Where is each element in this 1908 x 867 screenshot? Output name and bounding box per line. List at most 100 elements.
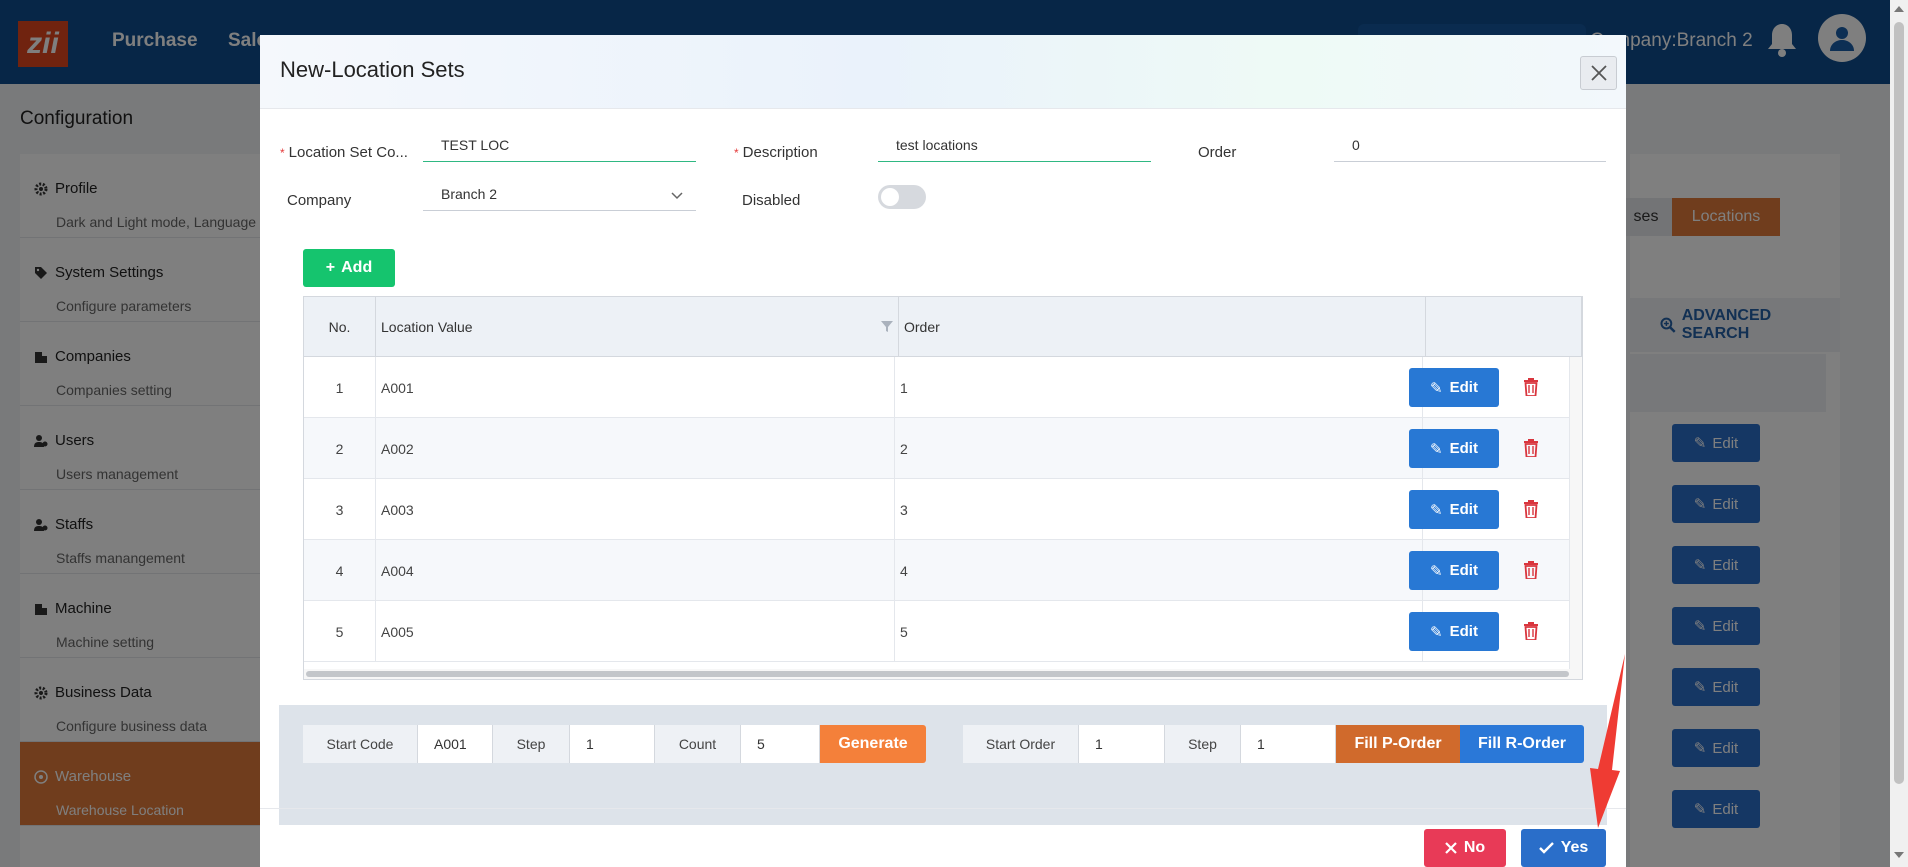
step2-input[interactable]: 1 [1241, 725, 1336, 763]
dialog-header: New-Location Sets [260, 35, 1626, 109]
edit-icon: ✎ [1430, 623, 1443, 641]
edit-label: Edit [1449, 623, 1478, 640]
edit-button[interactable]: ✎ Edit [1409, 551, 1499, 590]
table-row[interactable]: 5 A005 5 ✎ Edit [304, 601, 1569, 662]
edit-label: Edit [1449, 379, 1478, 396]
count-input[interactable]: 5 [741, 725, 820, 763]
footer-divider [260, 808, 1626, 809]
cell-no: 4 [304, 540, 376, 601]
disabled-toggle[interactable] [878, 185, 926, 209]
trash-icon[interactable] [1523, 439, 1539, 457]
scroll-up-arrow[interactable] [1894, 6, 1904, 12]
edit-label: Edit [1449, 440, 1478, 457]
check-icon [1538, 842, 1554, 854]
trash-icon[interactable] [1523, 622, 1539, 640]
no-button[interactable]: No [1424, 829, 1506, 867]
filter-icon [881, 321, 893, 332]
count-label: Count [655, 725, 741, 763]
no-label: No [1463, 839, 1486, 856]
start-order-label: Start Order [963, 725, 1079, 763]
required-mark: * [734, 146, 739, 160]
cell-location-value: A004 [376, 540, 895, 601]
label-text: Location Set Co... [288, 144, 408, 161]
cell-no: 3 [304, 479, 376, 540]
cell-no: 2 [304, 418, 376, 479]
scroll-thumb[interactable] [1894, 22, 1904, 784]
dialog-title: New-Location Sets [280, 57, 465, 82]
close-button[interactable] [1580, 56, 1617, 90]
scroll-down-arrow[interactable] [1894, 852, 1904, 858]
company-select-value: Branch 2 [441, 186, 498, 202]
generate-button[interactable]: Generate [820, 725, 926, 763]
location-set-code-label: * Location Set Co... [280, 144, 408, 161]
label-text: Description [742, 144, 818, 161]
table-row[interactable]: 2 A002 2 ✎ Edit [304, 418, 1569, 479]
edit-button[interactable]: ✎ Edit [1409, 368, 1499, 407]
table-row[interactable]: 3 A003 3 ✎ Edit [304, 479, 1569, 540]
trash-icon[interactable] [1523, 378, 1539, 396]
col-label: Location Value [381, 319, 473, 335]
step-label: Step [493, 725, 570, 763]
x-icon [1445, 842, 1457, 854]
edit-label: Edit [1449, 501, 1478, 518]
edit-icon: ✎ [1430, 501, 1443, 519]
cell-order: 1 [895, 357, 1423, 418]
new-location-sets-dialog: New-Location Sets * Location Set Co... TE… [260, 35, 1626, 867]
add-label: Add [341, 259, 373, 276]
col-order[interactable]: Order [899, 297, 1426, 357]
company-label: Company [287, 192, 352, 209]
table-row[interactable]: 1 A001 1 ✎ Edit [304, 357, 1569, 418]
fill-r-order-button[interactable]: Fill R-Order [1460, 725, 1584, 763]
description-input[interactable]: test locations [878, 132, 1151, 162]
location-set-code-input[interactable]: TEST LOC [423, 132, 696, 162]
yes-label: Yes [1560, 839, 1589, 856]
edit-icon: ✎ [1430, 379, 1443, 397]
col-actions [1426, 297, 1582, 357]
cell-no: 1 [304, 357, 376, 418]
cell-order: 4 [895, 540, 1423, 601]
add-button[interactable]: + Add [303, 249, 395, 287]
grid-horizontal-scrollbar[interactable] [304, 669, 1582, 679]
cell-location-value: A003 [376, 479, 895, 540]
edit-button[interactable]: ✎ Edit [1409, 612, 1499, 651]
cell-location-value: A002 [376, 418, 895, 479]
generator-panel: Start Code A001 Step 1 Count 5 Generate … [279, 705, 1607, 825]
description-label: * Description [734, 144, 818, 161]
table-row[interactable]: 4 A004 4 ✎ Edit [304, 540, 1569, 601]
cell-order: 5 [895, 601, 1423, 662]
start-code-input[interactable]: A001 [418, 725, 493, 763]
step2-label: Step [1165, 725, 1241, 763]
company-select[interactable]: Branch 2 [423, 181, 696, 211]
cell-no: 5 [304, 601, 376, 662]
start-order-input[interactable]: 1 [1079, 725, 1165, 763]
location-values-grid: No. Location Value Order 1 A001 1 ✎ Edit … [303, 296, 1583, 680]
grid-header: No. Location Value Order [304, 297, 1582, 357]
plus-icon: + [325, 259, 336, 276]
cell-order: 2 [895, 418, 1423, 479]
disabled-label: Disabled [742, 192, 801, 209]
edit-button[interactable]: ✎ Edit [1409, 490, 1499, 529]
start-code-label: Start Code [303, 725, 418, 763]
chevron-down-icon [671, 192, 683, 200]
edit-icon: ✎ [1430, 562, 1443, 580]
page-scrollbar[interactable] [1890, 0, 1908, 867]
trash-icon[interactable] [1523, 500, 1539, 518]
step-input[interactable]: 1 [570, 725, 655, 763]
col-location-value[interactable]: Location Value [376, 297, 899, 357]
required-mark: * [280, 146, 285, 160]
cell-location-value: A005 [376, 601, 895, 662]
col-no[interactable]: No. [304, 297, 376, 357]
grid-vertical-scrollbar[interactable] [1569, 357, 1582, 669]
cell-location-value: A001 [376, 357, 895, 418]
edit-label: Edit [1449, 562, 1478, 579]
annotation-arrow-icon [1590, 654, 1625, 828]
order-input[interactable]: 0 [1334, 132, 1606, 162]
trash-icon[interactable] [1523, 561, 1539, 579]
close-icon [1590, 65, 1607, 81]
grid-scroll-thumb[interactable] [306, 671, 1569, 677]
order-label: Order [1198, 144, 1237, 161]
edit-icon: ✎ [1430, 440, 1443, 458]
cell-order: 3 [895, 479, 1423, 540]
edit-button[interactable]: ✎ Edit [1409, 429, 1499, 468]
fill-p-order-button[interactable]: Fill P-Order [1336, 725, 1460, 763]
